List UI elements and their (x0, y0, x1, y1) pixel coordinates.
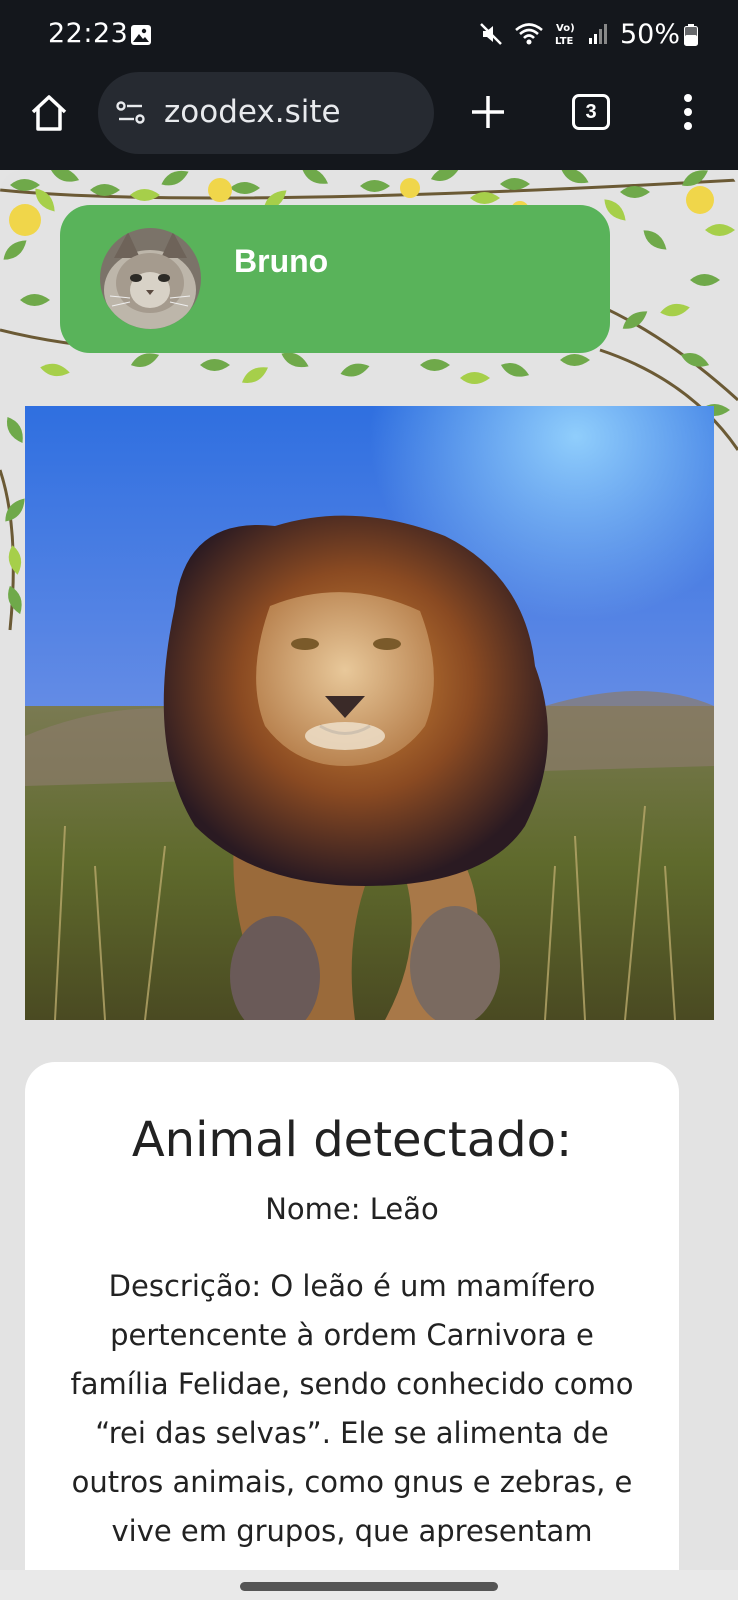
wifi-icon (515, 23, 543, 45)
url-text: zoodex.site (164, 94, 341, 130)
home-icon[interactable] (28, 92, 70, 134)
svg-text:LTE: LTE (555, 36, 574, 47)
more-vert-icon[interactable] (676, 92, 700, 132)
mute-icon (480, 23, 502, 45)
animal-name: Nome: Leão (265, 1192, 439, 1226)
animal-photo (25, 406, 714, 1020)
system-nav-bar (0, 1570, 738, 1600)
volte-icon: Vo) LTE (555, 23, 575, 47)
browser-toolbar: zoodex.site 3 (0, 70, 738, 170)
signal-icon (588, 24, 607, 44)
web-page: Bruno Animal detectado: Nome: Leão Descr… (0, 170, 738, 1570)
status-bar: 22:23 Vo) LTE 50% (0, 0, 738, 70)
status-icons: Vo) LTE 50% (478, 16, 680, 52)
user-card[interactable]: Bruno (60, 205, 610, 353)
tab-switcher-button[interactable]: 3 (572, 94, 610, 130)
battery-percentage: 50% (619, 18, 680, 50)
user-name: Bruno (234, 243, 329, 279)
site-info-icon[interactable] (116, 100, 146, 126)
url-bar[interactable]: zoodex.site (98, 72, 434, 154)
svg-text:Vo): Vo) (556, 23, 575, 34)
animal-description: Descrição: O leão é um mamífero pertence… (70, 1269, 634, 1548)
battery-icon (684, 24, 698, 46)
gesture-handle[interactable] (240, 1582, 498, 1591)
plus-icon[interactable] (468, 92, 508, 132)
avatar (100, 228, 201, 329)
gallery-icon (131, 25, 151, 45)
status-time: 22:23 (48, 18, 129, 49)
detection-card: Animal detectado: Nome: Leão Descrição: … (25, 1062, 679, 1570)
detection-title: Animal detectado: (131, 1112, 573, 1168)
